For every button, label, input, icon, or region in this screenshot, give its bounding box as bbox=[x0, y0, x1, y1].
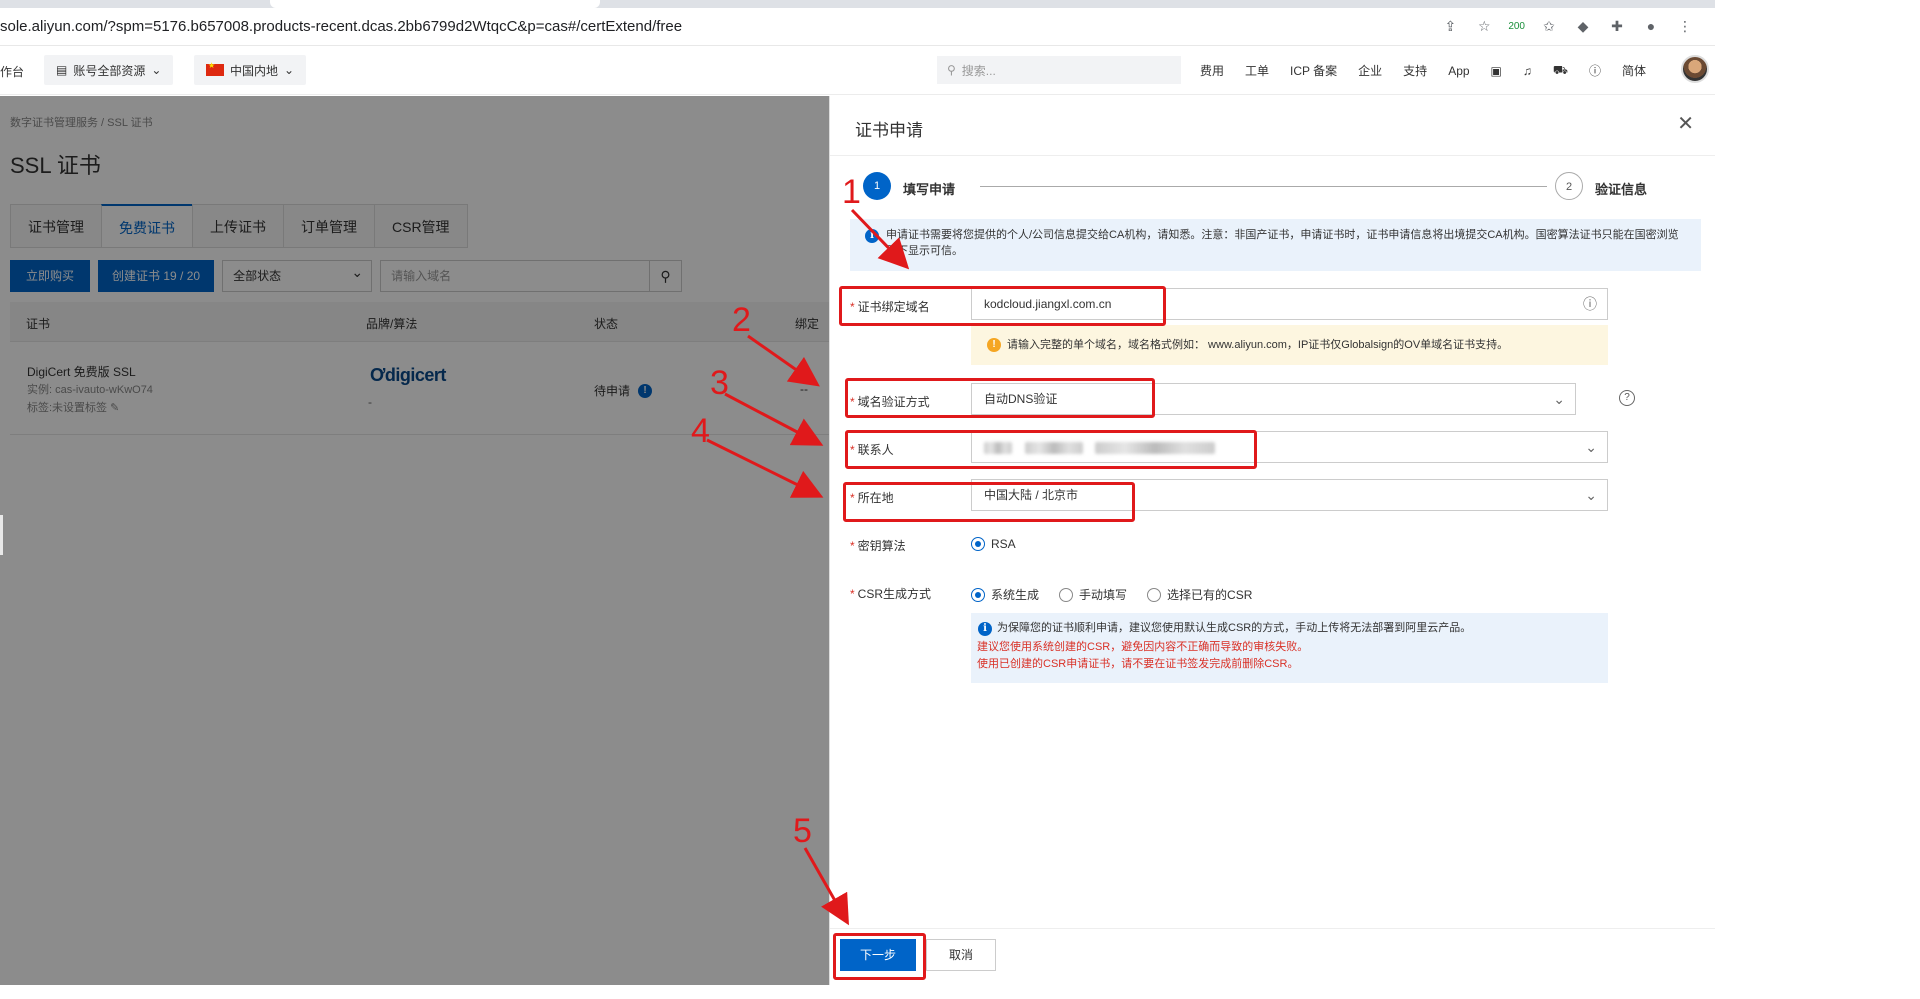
bell-icon[interactable]: ♫ bbox=[1523, 64, 1532, 78]
nav-link-tickets[interactable]: 工单 bbox=[1245, 62, 1269, 79]
step-indicator: 1 填写申请 2 验证信息 bbox=[863, 172, 1693, 202]
radio-existing-csr[interactable]: 选择已有的CSR bbox=[1147, 586, 1252, 603]
radio-system-generate[interactable]: 系统生成 bbox=[971, 586, 1039, 603]
annotation-number-2: 2 bbox=[732, 301, 751, 339]
nav-link-app[interactable]: App bbox=[1448, 64, 1469, 78]
step-2-label: 验证信息 bbox=[1595, 182, 1648, 197]
nav-link-fees[interactable]: 费用 bbox=[1200, 62, 1224, 79]
help-icon[interactable]: ⓘ bbox=[1583, 289, 1597, 319]
puzzle-icon[interactable]: ✚ bbox=[1607, 16, 1627, 36]
search-icon: ⚲ bbox=[947, 63, 956, 77]
csr-label: * CSR生成方式 bbox=[850, 587, 932, 601]
domain-warning: ! 请输入完整的单个域名，域名格式例如： www.aliyun.com，IP证书… bbox=[971, 325, 1608, 365]
share-icon[interactable]: ⇪ bbox=[1440, 16, 1460, 36]
radio-system-label: 系统生成 bbox=[991, 588, 1040, 602]
radio-rsa[interactable]: RSA bbox=[971, 537, 1016, 551]
account-scope-label: 账号全部资源 bbox=[73, 63, 146, 78]
annotation-box-location bbox=[843, 482, 1135, 522]
url-text[interactable]: sole.aliyun.com/?spm=5176.b657008.produc… bbox=[0, 18, 682, 35]
nav-link-icp[interactable]: ICP 备案 bbox=[1290, 62, 1337, 79]
workbench-link[interactable]: 作台 bbox=[0, 63, 24, 80]
csr-label-text: CSR生成方式 bbox=[857, 587, 932, 601]
info-icon: i bbox=[865, 229, 879, 243]
nav-link-enterprise[interactable]: 企业 bbox=[1358, 62, 1382, 79]
screenshot-root: sole.aliyun.com/?spm=5176.b657008.produc… bbox=[0, 0, 1920, 999]
radio-manual[interactable]: 手动填写 bbox=[1059, 586, 1127, 603]
annotation-number-3: 3 bbox=[710, 364, 729, 402]
drawer-header: 证书申请 ✕ bbox=[830, 96, 1715, 156]
step-1-number: 1 bbox=[863, 172, 891, 200]
extension-icon[interactable]: ◆ bbox=[1573, 16, 1593, 36]
browser-window: sole.aliyun.com/?spm=5176.b657008.produc… bbox=[0, 0, 1715, 985]
account-scope-selector[interactable]: ▤ 账号全部资源 ⌄ bbox=[44, 55, 174, 85]
chevron-down-icon: ⌄ bbox=[1553, 391, 1565, 407]
menu-dots-icon[interactable]: ⋮ bbox=[1675, 16, 1695, 36]
step-connector bbox=[980, 186, 1547, 187]
browser-toolbar-icons: ⇪ ☆ 200 ✩ ◆ ✚ ● ⋮ bbox=[1440, 16, 1695, 36]
region-label: 中国内地 bbox=[230, 63, 279, 78]
list-icon: ▤ bbox=[56, 63, 68, 77]
key-algo-radios: RSA bbox=[971, 537, 1016, 551]
region-selector[interactable]: 中国内地 ⌄ bbox=[194, 55, 307, 85]
drawer-footer: 下一步 取消 bbox=[830, 928, 1715, 985]
terminal-icon[interactable]: ▣ bbox=[1491, 64, 1502, 78]
language-switch[interactable]: 简体 bbox=[1622, 62, 1646, 79]
annotation-number-1: 1 bbox=[842, 173, 861, 211]
search-placeholder: 搜索... bbox=[961, 63, 996, 78]
radio-empty-icon bbox=[1059, 587, 1074, 602]
csr-note-text: 为保障您的证书顺利申请，建议您使用默认生成CSR的方式，手动上传将无法部署到阿里… bbox=[997, 622, 1472, 634]
step-1-label: 填写申请 bbox=[903, 182, 956, 197]
help-icon[interactable]: ⓘ bbox=[1589, 62, 1601, 79]
radio-existing-label: 选择已有的CSR bbox=[1167, 588, 1253, 602]
annotation-number-4: 4 bbox=[691, 412, 710, 450]
notice-text: 申请证书需要将您提供的个人/公司信息提交给CA机构，请知悉。注意：非国产证书，申… bbox=[886, 229, 1679, 257]
annotation-box-domain bbox=[839, 286, 1166, 326]
annotation-box-next bbox=[833, 933, 926, 980]
cancel-button[interactable]: 取消 bbox=[926, 939, 996, 971]
warning-icon: ! bbox=[987, 338, 1001, 352]
modal-overlay[interactable] bbox=[0, 96, 829, 985]
annotation-box-contact bbox=[845, 430, 1257, 469]
extension-badge[interactable]: 200 bbox=[1508, 16, 1525, 36]
console-top-nav: 作台 ▤ 账号全部资源 ⌄ 中国内地 ⌄ ⚲ 搜索... 费用 工单 ICP 备… bbox=[0, 47, 1715, 95]
cart-icon[interactable]: ⛟ bbox=[1553, 63, 1568, 79]
key-algo-label-text: 密钥算法 bbox=[857, 539, 906, 553]
csr-note: i 为保障您的证书顺利申请，建议您使用默认生成CSR的方式，手动上传将无法部署到阿… bbox=[971, 613, 1608, 683]
close-icon[interactable]: ✕ bbox=[1677, 114, 1694, 134]
drawer-title: 证书申请 bbox=[855, 121, 923, 140]
cert-apply-drawer: 证书申请 ✕ 1 填写申请 2 验证信息 i 申请证书需要将您提供的个人/公司信… bbox=[829, 96, 1715, 985]
domain-warning-text: 请输入完整的单个域名，域名格式例如： www.aliyun.com，IP证书仅G… bbox=[1007, 339, 1509, 351]
chevron-down-icon: ⌄ bbox=[284, 63, 295, 77]
step-2-number: 2 bbox=[1555, 172, 1583, 200]
radio-rsa-label: RSA bbox=[991, 537, 1016, 551]
chevron-down-icon: ⌄ bbox=[151, 63, 162, 77]
csr-radios: 系统生成 手动填写 选择已有的CSR bbox=[971, 586, 1252, 603]
key-algo-label: * 密钥算法 bbox=[850, 539, 906, 553]
csr-warning-2: 使用已创建的CSR申请证书，请不要在证书签发完成前删除CSR。 bbox=[977, 658, 1299, 670]
browser-tab-active[interactable] bbox=[270, 0, 600, 8]
favorites-icon[interactable]: ✩ bbox=[1539, 16, 1559, 36]
csr-note-line: i 为保障您的证书顺利申请，建议您使用默认生成CSR的方式，手动上传将无法部署到阿… bbox=[977, 619, 1608, 638]
top-nav-links: 费用 工单 ICP 备案 企业 支持 App ▣ ♫ ⛟ ⓘ 简体 bbox=[1200, 62, 1646, 79]
bookmark-star-icon[interactable]: ☆ bbox=[1474, 16, 1494, 36]
info-icon: i bbox=[978, 622, 992, 636]
chevron-down-icon: ⌄ bbox=[1585, 439, 1597, 455]
nav-link-support[interactable]: 支持 bbox=[1403, 62, 1427, 79]
browser-tabstrip bbox=[0, 0, 1715, 8]
avatar[interactable] bbox=[1681, 55, 1709, 83]
radio-empty-icon bbox=[1147, 587, 1162, 602]
console-search[interactable]: ⚲ 搜索... bbox=[937, 56, 1181, 84]
annotation-number-5: 5 bbox=[793, 812, 812, 850]
radio-manual-label: 手动填写 bbox=[1079, 588, 1128, 602]
address-bar[interactable]: sole.aliyun.com/?spm=5176.b657008.produc… bbox=[0, 8, 1715, 46]
china-flag-icon bbox=[206, 61, 224, 76]
radio-selected-icon bbox=[971, 587, 985, 602]
profile-icon[interactable]: ● bbox=[1641, 16, 1661, 36]
radio-selected-icon bbox=[971, 537, 985, 551]
question-icon[interactable]: ? bbox=[1619, 390, 1635, 406]
page-edge-handle bbox=[0, 515, 3, 555]
apply-notice: i 申请证书需要将您提供的个人/公司信息提交给CA机构，请知悉。注意：非国产证书… bbox=[850, 219, 1701, 271]
annotation-box-verify bbox=[845, 378, 1155, 418]
chevron-down-icon: ⌄ bbox=[1585, 487, 1597, 503]
